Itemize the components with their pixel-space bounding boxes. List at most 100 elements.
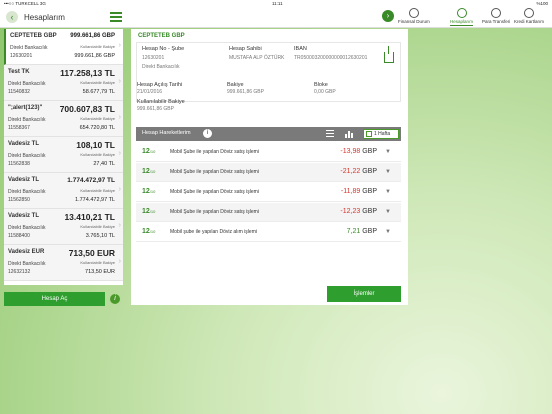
balance-value: 999.661,86 GBP: [227, 89, 264, 95]
available-label: Kullanılabilir Bakiye: [80, 152, 115, 157]
binoculars-icon: [456, 8, 467, 18]
chevron-down-icon[interactable]: ▼: [385, 229, 391, 235]
account-bank: Direkt Bankacılık: [8, 189, 46, 195]
status-bar: •••○○ TURKCELL 3G 11:11 %100: [0, 0, 552, 7]
account-balance: 999.661,86 GBP: [70, 33, 115, 39]
account-item[interactable]: Vadesiz EUR 713,50 EUR Direkt Bankacılık…: [4, 245, 123, 281]
account-item[interactable]: Vadesiz TL 13.410,21 TL Direkt Bankacılı…: [4, 209, 123, 245]
available-balance: 654.720,80 TL: [79, 125, 115, 131]
operations-button[interactable]: İşlemler: [327, 286, 401, 302]
transaction-row[interactable]: 12/10 Mobil şube ile yapılan Döviz alım …: [136, 223, 401, 242]
available-balance: 713,50 EUR: [85, 269, 115, 275]
nav-para-transferi[interactable]: Para Transferi: [482, 8, 510, 24]
calendar-icon: [366, 131, 372, 137]
account-detail-panel: CEPTETEB GBP Hesap No - Şube 12630201 Di…: [131, 29, 408, 305]
account-number: 11558367: [8, 125, 30, 131]
blocked-label: Bloke: [314, 82, 328, 88]
account-bank: Direkt Bankacılık: [10, 45, 48, 51]
available-label: Kullanılabilir Bakiye: [80, 188, 115, 193]
account-item[interactable]: Vadesiz TL 108,10 TL Direkt Bankacılık 1…: [4, 137, 123, 173]
share-icon[interactable]: [384, 46, 394, 63]
list-icon[interactable]: [326, 130, 334, 138]
transaction-date: 12/10: [142, 168, 156, 175]
nav-kredi-kartlarim[interactable]: Kredi Kartlarım: [514, 8, 544, 24]
available-label: Kullanılabilir Bakiye: [80, 80, 115, 85]
chevron-down-icon[interactable]: ▼: [385, 149, 391, 155]
top-nav: › Finansal Durum Hesaplarım Para Transfe…: [380, 7, 552, 28]
transaction-description: Mobil Şube ile yapılan Döviz satış işlem…: [170, 209, 259, 215]
account-name: Vadesiz TL: [8, 177, 40, 183]
pie-chart-icon: [408, 8, 419, 18]
chevron-down-icon[interactable]: ▼: [385, 169, 391, 175]
chevron-down-icon[interactable]: ▼: [385, 189, 391, 195]
transaction-date: 12/10: [142, 148, 156, 155]
account-item[interactable]: ";alert(123)" 700.607,83 TL Direkt Banka…: [4, 101, 123, 137]
account-bank: Direkt Bankacılık: [8, 81, 46, 87]
nav-toggle-icon[interactable]: ›: [382, 10, 394, 22]
transaction-row[interactable]: 12/10 Mobil Şube ile yapılan Döviz satış…: [136, 183, 401, 202]
nav-hesaplarim[interactable]: Hesaplarım: [450, 8, 474, 26]
blocked-value: 0,00 GBP: [314, 89, 336, 95]
chevron-down-icon[interactable]: ▼: [385, 209, 391, 215]
list-view-icon[interactable]: [110, 12, 122, 23]
iban-value: TR050003200000000012630201: [294, 55, 368, 61]
bar-chart-icon[interactable]: [345, 130, 353, 138]
balance-info: Hesap Açılış Tarihi 21/01/2016 Bakiye 99…: [136, 77, 401, 113]
info-icon[interactable]: i: [110, 294, 120, 304]
transaction-row[interactable]: 12/10 Mobil Şube ile yapılan Döviz satış…: [136, 163, 401, 182]
transaction-amount: -13,98 GBP: [340, 148, 377, 155]
account-number: 11562850: [8, 197, 30, 203]
account-balance: 713,50 EUR: [68, 248, 115, 258]
transaction-date: 12/10: [142, 228, 156, 235]
account-title: CEPTETEB GBP: [138, 33, 185, 39]
back-icon[interactable]: ‹: [6, 11, 18, 23]
account-bank: Direkt Bankacılık: [8, 261, 46, 267]
available-balance: 58.677,79 TL: [82, 89, 115, 95]
branch-label: Hesap No - Şube: [142, 46, 185, 52]
account-balance: 117.258,13 TL: [60, 68, 115, 78]
account-list: CEPTETEB GBP 999.661,86 GBP Direkt Banka…: [4, 29, 123, 285]
account-balance: 13.410,21 TL: [64, 212, 115, 222]
account-number: 11588400: [8, 233, 30, 239]
info-icon[interactable]: i: [203, 129, 212, 138]
account-item[interactable]: Test TK 117.258,13 TL Direkt Bankacılık …: [4, 65, 123, 101]
account-item[interactable]: CEPTETEB GBP 999.661,86 GBP Direkt Banka…: [4, 29, 123, 65]
chevron-right-icon: ›: [118, 186, 121, 193]
open-account-button[interactable]: Hesap Aç: [4, 292, 105, 306]
period-selector[interactable]: 1 Hafta: [363, 129, 399, 139]
account-balance: 700.607,83 TL: [59, 104, 115, 114]
open-date-value: 21/01/2016: [137, 89, 163, 95]
nav-label: Hesaplarım: [450, 19, 474, 24]
account-bank: Direkt Bankacılık: [8, 153, 46, 159]
account-number: 12630201: [10, 53, 33, 59]
transaction-row[interactable]: 12/10 Mobil Şube ile yapılan Döviz satış…: [136, 143, 401, 162]
transaction-amount: -21,22 GBP: [340, 168, 377, 175]
nav-finansal-durum[interactable]: Finansal Durum: [398, 8, 430, 24]
account-name: Vadesiz TL: [8, 213, 40, 219]
carrier-label: •••○○ TURKCELL 3G: [4, 1, 46, 6]
branch-type: Direkt Bankacılık: [142, 64, 180, 70]
available-label: Kullanılabilir Bakiye: [80, 260, 115, 265]
available-balance: 3.765,10 TL: [85, 233, 115, 239]
transaction-amount: -12,23 GBP: [340, 208, 377, 215]
chevron-right-icon: ›: [118, 258, 121, 265]
account-name: Vadesiz TL: [8, 141, 40, 147]
transaction-description: Mobil şube ile yapılan Döviz alım işlemi: [170, 229, 257, 235]
transactions-header: Hesap Hareketlerim i 1 Hafta: [136, 127, 401, 141]
account-bank: Direkt Bankacılık: [8, 117, 46, 123]
chevron-right-icon: ›: [118, 150, 121, 157]
available-balance: 1.774.472,97 TL: [75, 197, 115, 203]
account-name: ";alert(123)": [8, 105, 43, 111]
iban-label: IBAN: [294, 46, 307, 52]
nav-label: Para Transferi: [482, 19, 511, 24]
page-title: Hesaplarım: [24, 13, 65, 22]
account-bank: Direkt Bankacılık: [8, 225, 46, 231]
account-item[interactable]: Vadesiz TL 1.774.472,97 TL Direkt Bankac…: [4, 173, 123, 209]
transaction-amount: -11,89 GBP: [340, 188, 377, 195]
nav-label: Kredi Kartlarım: [514, 19, 545, 24]
available-balance: 27,40 TL: [93, 161, 115, 167]
chevron-right-icon: ›: [118, 42, 121, 49]
battery-label: %100: [536, 1, 548, 6]
account-balance: 108,10 TL: [76, 140, 115, 150]
transaction-row[interactable]: 12/10 Mobil Şube ile yapılan Döviz satış…: [136, 203, 401, 222]
